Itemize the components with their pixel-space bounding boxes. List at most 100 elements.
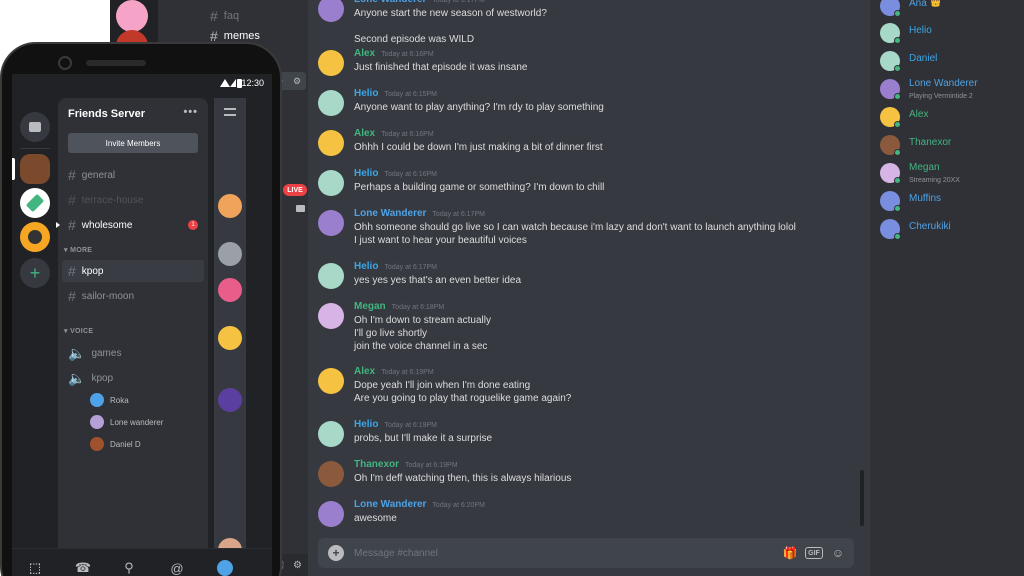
gear-icon[interactable]: ⚙ (293, 76, 301, 87)
avatar[interactable] (318, 170, 344, 196)
member-item[interactable]: Cherukiki (880, 217, 1020, 241)
channel-item-general[interactable]: # general (62, 164, 204, 186)
chat-message: Lone Wanderer Today at 6:17PM Anyone start… (318, 0, 858, 45)
message-line: Second episode was WILD (354, 34, 475, 45)
member-name: Megan (909, 162, 940, 173)
guild-sims[interactable] (20, 188, 50, 218)
member-item[interactable]: Ana 👑 (880, 0, 1020, 18)
message-header: Lone Wanderer Today at 6:17PM (354, 208, 485, 219)
member-item[interactable]: Thanexor (880, 133, 1020, 157)
message-timestamp: Today at 6:19PM (381, 369, 434, 376)
channel-label: memes (223, 30, 260, 42)
member-status: Playing Vermintide 2 (909, 93, 973, 100)
avatar[interactable] (318, 421, 344, 447)
message-header: Megan Today at 6:18PM (354, 301, 444, 312)
message-line: Dope yeah I'll join when I'm done eating (354, 380, 531, 391)
member-item[interactable]: Helio (880, 21, 1020, 45)
avatar[interactable] (318, 130, 344, 156)
message-author[interactable]: Helio (354, 88, 378, 99)
member-item[interactable]: Muffins (880, 189, 1020, 213)
message-body: Anyone want to play anything? I'm rdy to… (354, 101, 604, 114)
home-icon[interactable]: ⬚ (24, 557, 46, 576)
avatar[interactable] (318, 303, 344, 329)
speaker-grille (86, 60, 146, 66)
plus-icon[interactable]: + (328, 545, 344, 561)
message-author[interactable]: Helio (354, 168, 378, 179)
member-name: Thanexor (909, 137, 952, 148)
message-author[interactable]: Helio (354, 261, 378, 272)
member-name: Helio (909, 25, 932, 36)
hash-icon: # (68, 217, 76, 233)
message-author[interactable]: Alex (354, 48, 375, 59)
server-name: Friends Server (68, 108, 146, 120)
message-input[interactable] (354, 538, 734, 568)
channel-item-faq[interactable]: # faq (210, 8, 239, 24)
phone-bottom-nav: ⬚ ☎ ⚲ @ (12, 548, 272, 576)
message-body: Anyone start the new season of westworld… (354, 7, 547, 46)
message-author[interactable]: Lone Wanderer (354, 499, 426, 510)
message-line: Anyone start the new season of westworld… (354, 8, 547, 19)
channel-label: kpop (81, 265, 104, 277)
add-server-icon[interactable]: + (20, 258, 50, 288)
gif-button[interactable]: GIF (805, 547, 823, 559)
mentions-icon[interactable]: @ (166, 557, 188, 576)
member-name: Ana (909, 0, 927, 9)
message-author[interactable]: Alex (354, 128, 375, 139)
invite-members-button[interactable]: Invite Members (68, 133, 198, 153)
channel-item-wholesome[interactable]: # wholesome 1 (62, 214, 204, 236)
search-icon[interactable]: ⚲ (118, 557, 140, 576)
online-status-icon (894, 233, 901, 240)
member-item[interactable]: Megan Streaming 20XX (880, 161, 1020, 185)
profile-avatar[interactable] (214, 557, 236, 576)
channel-item-terrace-house[interactable]: # terrace-house (62, 189, 204, 211)
member-item[interactable]: Lone Wanderer Playing Vermintide 2 (880, 77, 1020, 101)
guild-avatar[interactable] (116, 0, 148, 32)
chat-scrollbar[interactable] (860, 470, 864, 526)
message-body: awesome (354, 512, 397, 525)
avatar[interactable] (318, 50, 344, 76)
avatar (218, 242, 242, 266)
voice-user-name: Lone wanderer (110, 417, 164, 427)
avatar[interactable] (318, 461, 344, 487)
member-item[interactable]: Alex (880, 105, 1020, 129)
message-author[interactable]: Thanexor (354, 459, 399, 470)
voice-user[interactable]: Daniel D (90, 437, 141, 451)
avatar[interactable] (318, 0, 344, 22)
message-line: I just want to hear your beautiful voice… (354, 235, 527, 246)
hamburger-menu-icon[interactable] (224, 108, 236, 116)
message-author[interactable]: Lone Wanderer (354, 0, 426, 5)
message-body: Ohhh I could be down I'm just making a b… (354, 141, 603, 154)
voice-user[interactable]: Roka (90, 393, 129, 407)
voice-channel-games[interactable]: 🔈 games (62, 342, 204, 364)
voice-channel-kpop[interactable]: 🔈 kpop (62, 367, 204, 389)
message-author[interactable]: Alex (354, 366, 375, 377)
avatar[interactable] (318, 501, 344, 527)
friends-icon[interactable]: ☎ (72, 557, 94, 576)
avatar[interactable] (318, 90, 344, 116)
message-header: Alex Today at 6:16PM (354, 48, 434, 59)
message-author[interactable]: Lone Wanderer (354, 208, 426, 219)
avatar (218, 326, 242, 350)
member-name: Alex (909, 109, 929, 120)
channel-item-kpop[interactable]: # kpop (62, 260, 204, 282)
direct-messages-icon[interactable] (20, 112, 50, 142)
more-options-icon[interactable]: ••• (183, 106, 198, 118)
member-item[interactable]: Daniel (880, 49, 1020, 73)
message-line: Perhaps a building game or something? I'… (354, 182, 605, 193)
category-more[interactable]: ▾ MORE (64, 246, 92, 254)
message-author[interactable]: Helio (354, 419, 378, 430)
channel-item-sailor-moon[interactable]: # sailor-moon (62, 285, 204, 307)
avatar[interactable] (318, 210, 344, 236)
status-time: 12:30 (241, 78, 264, 88)
voice-user[interactable]: Lone wanderer (90, 415, 163, 429)
message-author[interactable]: Megan (354, 301, 386, 312)
avatar[interactable] (318, 368, 344, 394)
category-voice[interactable]: ▾ VOICE (64, 327, 93, 335)
avatar[interactable] (318, 263, 344, 289)
gift-icon[interactable]: 🎁 (782, 545, 798, 561)
emoji-icon[interactable]: ☺ (830, 545, 846, 561)
guild-friends-server[interactable] (20, 154, 50, 184)
settings-gear-icon[interactable]: ⚙ (293, 560, 302, 571)
chat-message: Helio Today at 6:19PM probs, but I'll make… (318, 419, 858, 459)
guild-gold[interactable] (20, 222, 50, 252)
